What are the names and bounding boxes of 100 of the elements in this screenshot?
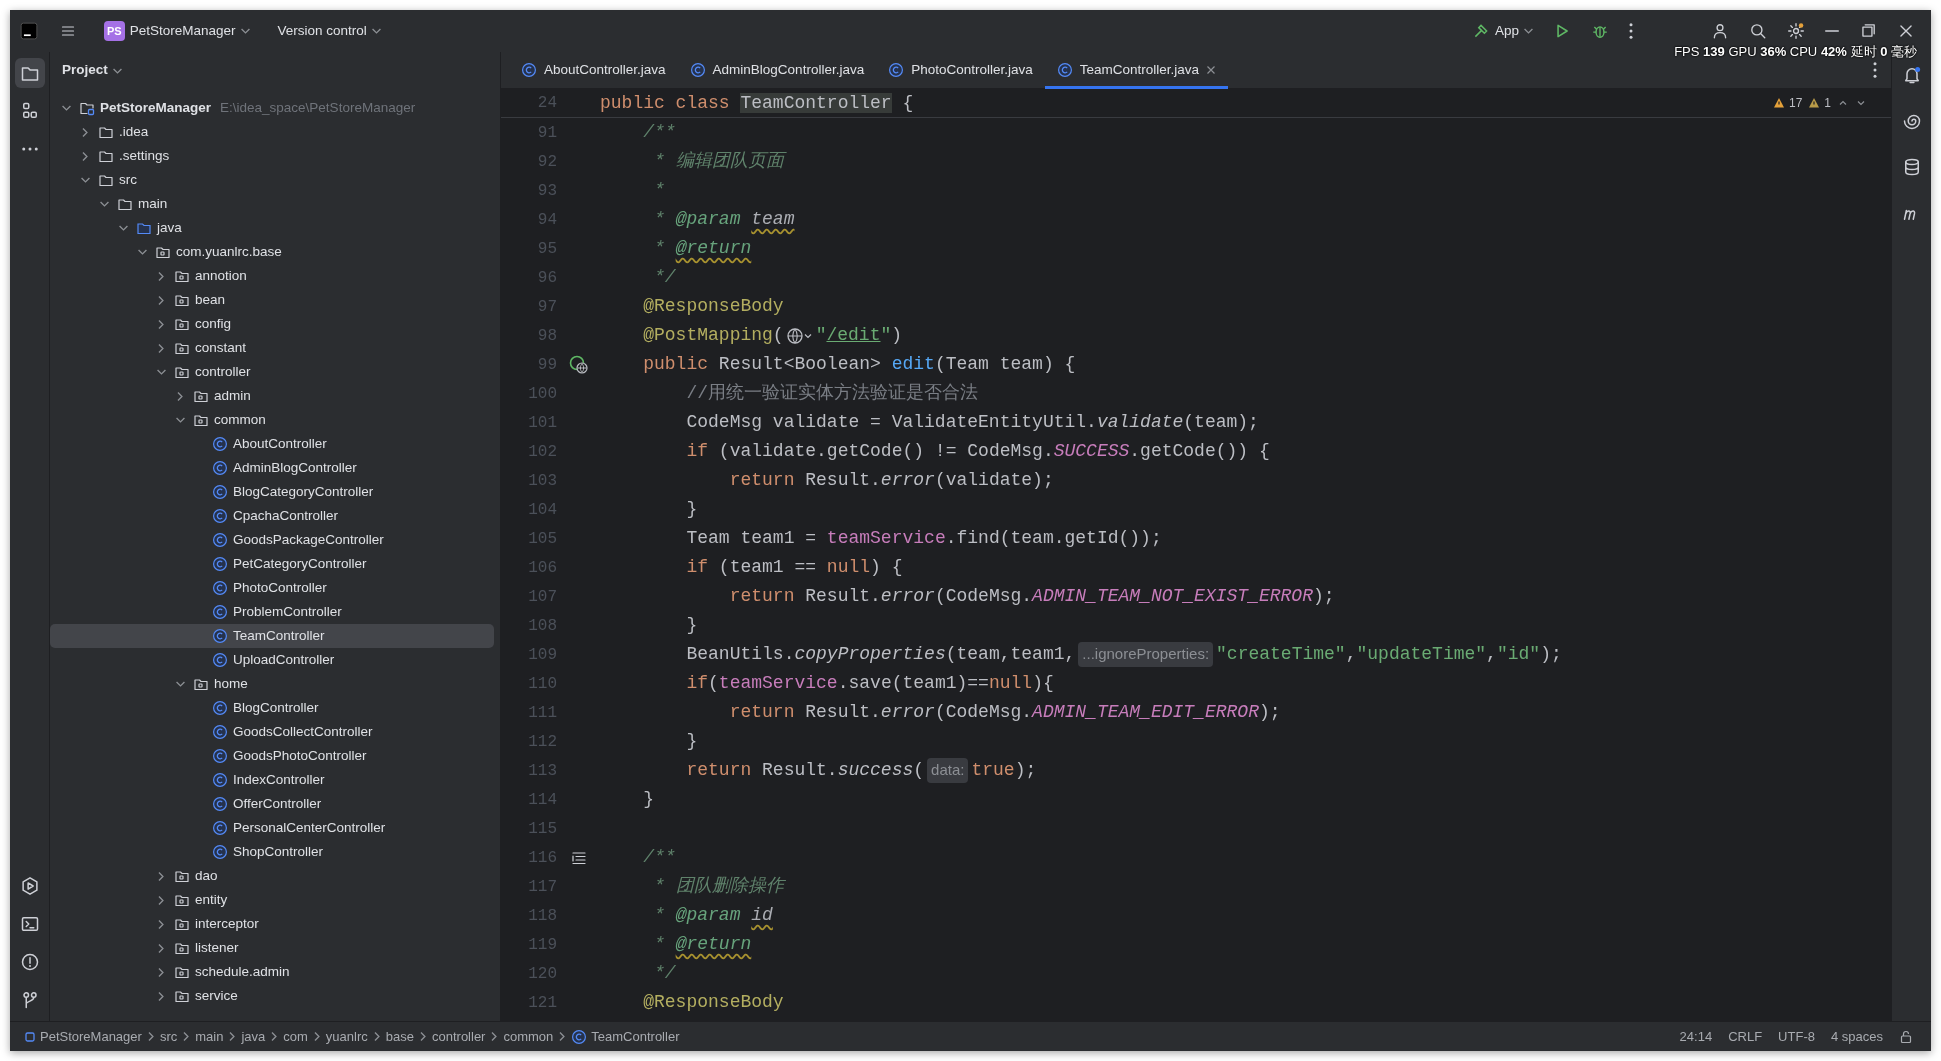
chevron-right-icon <box>491 1032 498 1041</box>
package-icon <box>174 868 190 884</box>
rendered-doc-icon[interactable] <box>570 849 587 866</box>
tree-item[interactable]: java <box>50 216 494 240</box>
more-icon <box>1873 62 1877 78</box>
breadcrumb-item[interactable]: src <box>157 1026 180 1047</box>
tree-item[interactable]: BlogCategoryController <box>50 480 494 504</box>
code-line: * <box>654 179 665 202</box>
maximize-icon <box>1859 22 1877 40</box>
tree-item[interactable]: GoodsPackageController <box>50 528 494 552</box>
tree-item[interactable]: home <box>50 672 494 696</box>
breadcrumb-item[interactable]: com <box>281 1026 310 1047</box>
project-folder-icon <box>79 100 95 116</box>
tool-window-title[interactable]: Project <box>62 57 122 84</box>
package-icon <box>174 916 190 932</box>
status-indent[interactable]: 4 spaces <box>1824 1026 1889 1047</box>
tree-item[interactable]: ShopController <box>50 840 494 864</box>
folder-icon <box>136 220 152 236</box>
run-config-dropdown[interactable]: App <box>1465 17 1539 45</box>
breadcrumb-item[interactable]: PetStoreManager <box>22 1026 144 1047</box>
breadcrumb-item[interactable]: yuanlrc <box>323 1026 370 1047</box>
tree-item[interactable]: controller <box>50 360 494 384</box>
tree-item[interactable]: PersonalCenterController <box>50 816 494 840</box>
tree-item[interactable]: ProblemController <box>50 600 494 624</box>
more-icon <box>1629 23 1633 39</box>
breadcrumb-item[interactable]: java <box>239 1026 268 1047</box>
search-icon <box>1749 22 1767 40</box>
code-line: /** <box>643 846 676 869</box>
tree-item[interactable]: schedule.admin <box>50 960 494 984</box>
tree-item[interactable]: constant <box>50 336 494 360</box>
code-line: CodeMsg validate = ValidateEntityUtil.validate(team); <box>686 411 1259 434</box>
chevron-right-icon <box>229 1032 236 1041</box>
status-position[interactable]: 24:14 <box>1673 1026 1719 1047</box>
warnings-count[interactable]: 17 <box>1772 94 1803 112</box>
tree-item[interactable]: BlogController <box>50 696 494 720</box>
tree-item[interactable]: IndexController <box>50 768 494 792</box>
tree-item[interactable]: PhotoController <box>50 576 494 600</box>
tree-item[interactable]: com.yuanlrc.base <box>50 240 494 264</box>
status-line-ending[interactable]: CRLF <box>1722 1026 1769 1047</box>
warning-icon <box>1772 97 1785 109</box>
editor-tab[interactable]: TeamController.java <box>1044 51 1229 89</box>
tree-item[interactable]: admin <box>50 384 494 408</box>
tree-item[interactable]: .idea <box>50 120 494 144</box>
tree-item[interactable]: service <box>50 984 494 1008</box>
breadcrumb-item[interactable]: common <box>501 1026 556 1047</box>
chevron-right-icon <box>147 1032 154 1041</box>
package-icon <box>174 268 190 284</box>
tree-item[interactable]: annotion <box>50 264 494 288</box>
endpoint-icon[interactable] <box>568 354 589 375</box>
globe-icon[interactable] <box>785 326 814 345</box>
tree-item[interactable]: AdminBlogController <box>50 456 494 480</box>
code-line: /** <box>643 121 676 144</box>
project-switcher[interactable]: PS PetStoreManager <box>98 17 256 45</box>
tree-item[interactable]: TeamController <box>50 624 494 648</box>
user-icon <box>1711 22 1729 40</box>
tree-item[interactable]: PetStoreManager E:\idea_space\PetStoreManager <box>50 96 494 120</box>
tree-item[interactable]: listener <box>50 936 494 960</box>
breadcrumb-item[interactable]: TeamController <box>569 1026 682 1047</box>
tree-item[interactable]: AboutController <box>50 432 494 456</box>
caret-icon <box>112 67 122 74</box>
code-line: */ <box>654 266 676 289</box>
tree-item[interactable]: bean <box>50 288 494 312</box>
status-encoding[interactable]: UTF-8 <box>1772 1026 1821 1047</box>
weak-warnings-count[interactable]: 1 <box>1808 94 1831 112</box>
code-line: * 团队删除操作 <box>654 875 784 898</box>
breadcrumb-item[interactable]: controller <box>430 1026 488 1047</box>
code-line: "/edit") <box>815 324 903 347</box>
code-line: * @return <box>654 237 752 260</box>
tree-item[interactable]: entity <box>50 888 494 912</box>
package-icon <box>174 316 190 332</box>
code-line: @PostMapping( <box>643 324 784 347</box>
tree-item[interactable]: interceptor <box>50 912 494 936</box>
tree-item[interactable]: .settings <box>50 144 494 168</box>
tree-item[interactable]: CpachaController <box>50 504 494 528</box>
breadcrumb-item[interactable]: base <box>383 1026 416 1047</box>
folder-icon <box>98 124 114 140</box>
warning-circle-icon <box>19 952 40 972</box>
editor-tab[interactable]: PhotoController.java <box>876 51 1045 89</box>
class-icon <box>212 580 228 596</box>
folder-tool-button[interactable] <box>14 58 45 88</box>
caret-icon <box>1524 28 1533 34</box>
tree-item[interactable]: GoodsPhotoController <box>50 744 494 768</box>
package-icon <box>174 340 190 356</box>
tree-item[interactable]: OfferController <box>50 792 494 816</box>
tree-item[interactable]: config <box>50 312 494 336</box>
tree-item[interactable]: main <box>50 192 494 216</box>
tree-item[interactable]: common <box>50 408 494 432</box>
code-line: * @return <box>654 933 752 956</box>
breadcrumb-item[interactable]: main <box>193 1026 226 1047</box>
editor-tab[interactable]: AdminBlogController.java <box>677 51 877 89</box>
tree-item[interactable]: UploadController <box>50 648 494 672</box>
editor-tab[interactable]: AboutController.java <box>509 51 678 89</box>
class-icon <box>212 820 228 836</box>
class-icon <box>571 1028 588 1045</box>
vcs-dropdown[interactable]: Version control <box>271 17 387 45</box>
code-line: } <box>643 788 655 811</box>
tree-item[interactable]: src <box>50 168 494 192</box>
tree-item[interactable]: dao <box>50 864 494 888</box>
tree-item[interactable]: GoodsCollectController <box>50 720 494 744</box>
tree-item[interactable]: PetCategoryController <box>50 552 494 576</box>
